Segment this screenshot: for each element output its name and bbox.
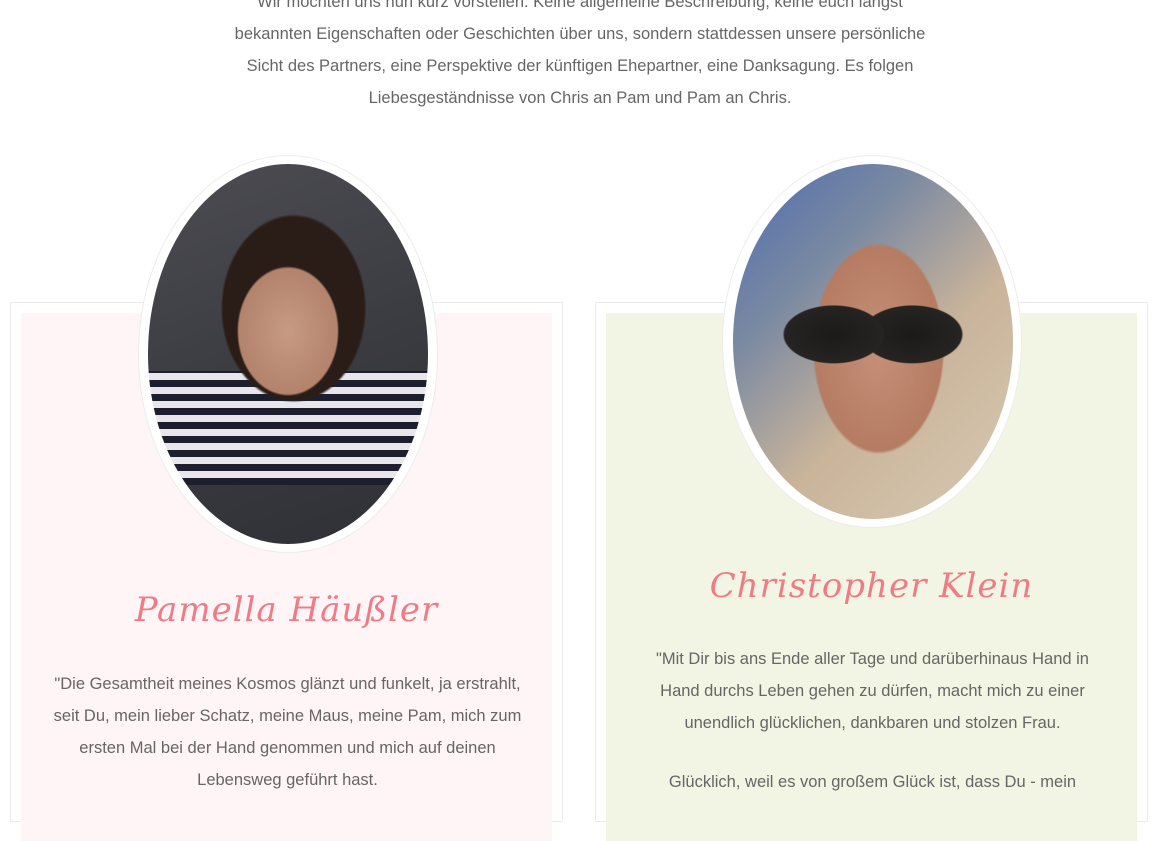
profile-quote-christopher-continued: Glücklich, weil es von großem Glück ist,… <box>668 773 1077 791</box>
profile-quote-christopher: "Mit Dir bis ans Ende aller Tage und dar… <box>656 650 1089 732</box>
profile-name-christopher: Christopher Klein <box>709 566 1034 606</box>
portrait-woman-photo <box>148 164 428 544</box>
profile-photo-frame-christopher <box>722 155 1022 528</box>
portrait-man-sunglasses-photo <box>733 164 1013 519</box>
profile-name-pamella: Pamella Häußler <box>134 590 439 630</box>
profile-photo-frame-pamella <box>138 155 438 553</box>
intro-paragraph: Wir möchten uns nun kurz vorstellen. Kei… <box>234 0 926 107</box>
profile-quote-pamella: "Die Gesamtheit meines Kosmos glänzt und… <box>53 675 522 789</box>
